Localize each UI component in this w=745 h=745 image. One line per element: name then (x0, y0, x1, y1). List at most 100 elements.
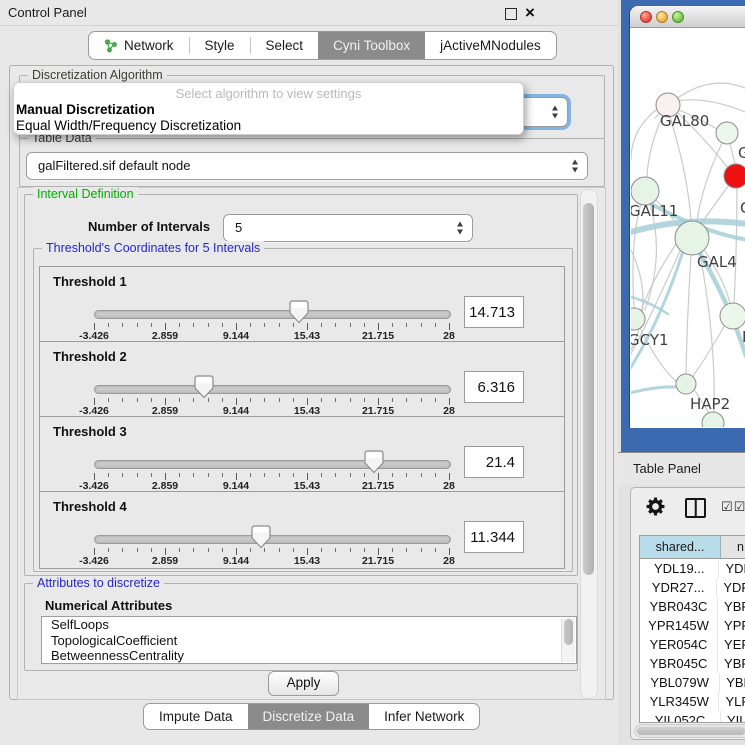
slider-track[interactable] (94, 385, 451, 394)
tab-network[interactable]: Network (89, 32, 189, 59)
checkbox-columns-icon[interactable]: ☑☑ (721, 499, 745, 515)
gear-icon[interactable] (645, 496, 666, 522)
interval-definition-title: Interval Definition (33, 187, 138, 201)
slider-tick (392, 548, 393, 552)
table-row[interactable]: YBL079WYBL0 (640, 673, 745, 692)
discretization-algorithm-group-title: Discretization Algorithm (28, 68, 167, 82)
table-row[interactable]: YER054CYER0 (640, 635, 745, 654)
node-table[interactable]: shared... n YDL19...YDL1YDR27...YDR2YBR0… (639, 535, 745, 723)
table-header-name[interactable]: n (721, 536, 745, 558)
float-window-icon[interactable] (505, 8, 517, 20)
network-edge[interactable] (631, 110, 656, 160)
attribute-list-item[interactable]: SelfLoops (42, 617, 576, 633)
slider-tick (193, 473, 194, 477)
numerical-attributes-list[interactable]: SelfLoopsTopologicalCoefficientBetweenne… (41, 616, 577, 664)
slider-tick (137, 473, 138, 477)
slider-track[interactable] (94, 460, 451, 469)
network-node-c[interactable] (724, 164, 745, 188)
table-row[interactable]: YIL052CYIL0 (640, 711, 745, 723)
slider-tick (108, 323, 109, 327)
attribute-list-item[interactable]: BetweennessCentrality (42, 648, 576, 664)
table-row[interactable]: YBR043CYBR0 (640, 597, 745, 616)
popup-option-equal-width-frequency[interactable]: Equal Width/Frequency Discretization (16, 118, 241, 133)
table-panel: ☑☑ shared... n YDL19...YDL1YDR27...YDR2Y… (630, 487, 745, 740)
number-of-intervals-combobox[interactable]: 5 (223, 214, 473, 242)
tab-infer-network[interactable]: Infer Network (369, 704, 479, 729)
slider-tick (378, 473, 379, 480)
table-row[interactable]: YLR345WYLR3 (640, 692, 745, 711)
tab-select[interactable]: Select (251, 32, 319, 59)
threshold-value-field[interactable]: 21.4 (464, 446, 524, 478)
scrollbar-thumb[interactable] (564, 619, 573, 645)
table-row[interactable]: YBR045CYBR0 (640, 654, 745, 673)
scrollbar-thumb[interactable] (583, 203, 594, 575)
table-cell-name: YIL0 (721, 711, 745, 723)
popup-option-manual-discretization[interactable]: Manual Discretization (16, 102, 155, 117)
slider-tick-label: -3.426 (79, 555, 109, 567)
minimize-traffic-light-icon[interactable] (656, 11, 668, 23)
network-node-hap2[interactable] (676, 374, 696, 394)
network-edge[interactable] (730, 144, 735, 164)
table-header-shared[interactable]: shared... (640, 536, 721, 558)
slider-tick (250, 398, 251, 402)
slider-tick (392, 323, 393, 327)
scrollbar-thumb[interactable] (637, 727, 745, 735)
network-edge[interactable] (686, 255, 691, 374)
slider-tick (208, 548, 209, 552)
slider-tick (193, 548, 194, 552)
threshold-value-field[interactable]: 14.713 (464, 296, 524, 328)
network-edge[interactable] (693, 325, 725, 376)
network-edge[interactable] (701, 185, 729, 224)
tab-impute-data[interactable]: Impute Data (144, 704, 248, 729)
network-node-gal4[interactable] (675, 221, 709, 255)
tab-jactivemnodules[interactable]: jActiveMNodules (425, 32, 556, 59)
slider-handle[interactable] (364, 450, 384, 474)
table-data-combobox[interactable]: galFiltered.sif default node (26, 152, 588, 180)
network-edge[interactable] (734, 188, 737, 303)
table-cell-shared-name: YDL19... (640, 559, 719, 578)
slider-tick (421, 398, 422, 402)
slider-tick (279, 548, 280, 552)
attribute-list-item[interactable]: TopologicalCoefficient (42, 633, 576, 649)
slider-handle[interactable] (289, 300, 309, 324)
network-node-ga[interactable] (716, 122, 738, 144)
slider-track[interactable] (94, 310, 451, 319)
slider-handle[interactable] (251, 525, 271, 549)
table-row[interactable]: YPR145WYPR1 (640, 616, 745, 635)
slider-tick (94, 473, 95, 480)
zoom-traffic-light-icon[interactable] (672, 11, 684, 23)
tab-cyni-toolbox[interactable]: Cyni Toolbox (318, 32, 425, 59)
slider-tick (151, 398, 152, 402)
threshold-value-field[interactable]: 6.316 (464, 371, 524, 403)
slider-handle[interactable] (194, 375, 214, 399)
tab-style[interactable]: Style (190, 32, 250, 59)
threshold-value-field[interactable]: 11.344 (464, 521, 524, 553)
slider-tick (250, 323, 251, 327)
slider-tick (435, 398, 436, 402)
network-node[interactable] (702, 412, 724, 427)
table-cell-name: YBR0 (718, 597, 745, 616)
slider-tick (350, 473, 351, 477)
close-traffic-light-icon[interactable] (640, 11, 652, 23)
split-table-icon[interactable] (685, 498, 706, 518)
slider-tick (222, 548, 223, 552)
tab-discretize-data[interactable]: Discretize Data (248, 704, 370, 729)
slider-tick (264, 398, 265, 402)
table-row[interactable]: YDR27...YDR2 (640, 578, 745, 597)
network-canvas[interactable]: GAL80GACGAL11GAL4GCY1HHAP2 (631, 28, 745, 427)
attributes-list-scrollbar[interactable] (561, 618, 575, 662)
apply-button[interactable]: Apply (268, 671, 339, 696)
network-node-gal11[interactable] (631, 177, 659, 205)
slider-tick (293, 398, 294, 402)
table-horizontal-scrollbar[interactable] (634, 724, 745, 738)
close-icon[interactable]: × (525, 1, 535, 25)
network-edge-highlighted[interactable] (631, 387, 676, 398)
slider-tick (421, 548, 422, 552)
network-node-h[interactable] (720, 303, 745, 329)
slider-track[interactable] (94, 535, 451, 544)
network-edge[interactable] (697, 143, 722, 221)
settings-vertical-scrollbar[interactable] (580, 189, 598, 699)
network-edge[interactable] (677, 100, 745, 112)
tab-label: Discretize Data (263, 709, 355, 724)
table-row[interactable]: YDL19...YDL1 (640, 559, 745, 578)
